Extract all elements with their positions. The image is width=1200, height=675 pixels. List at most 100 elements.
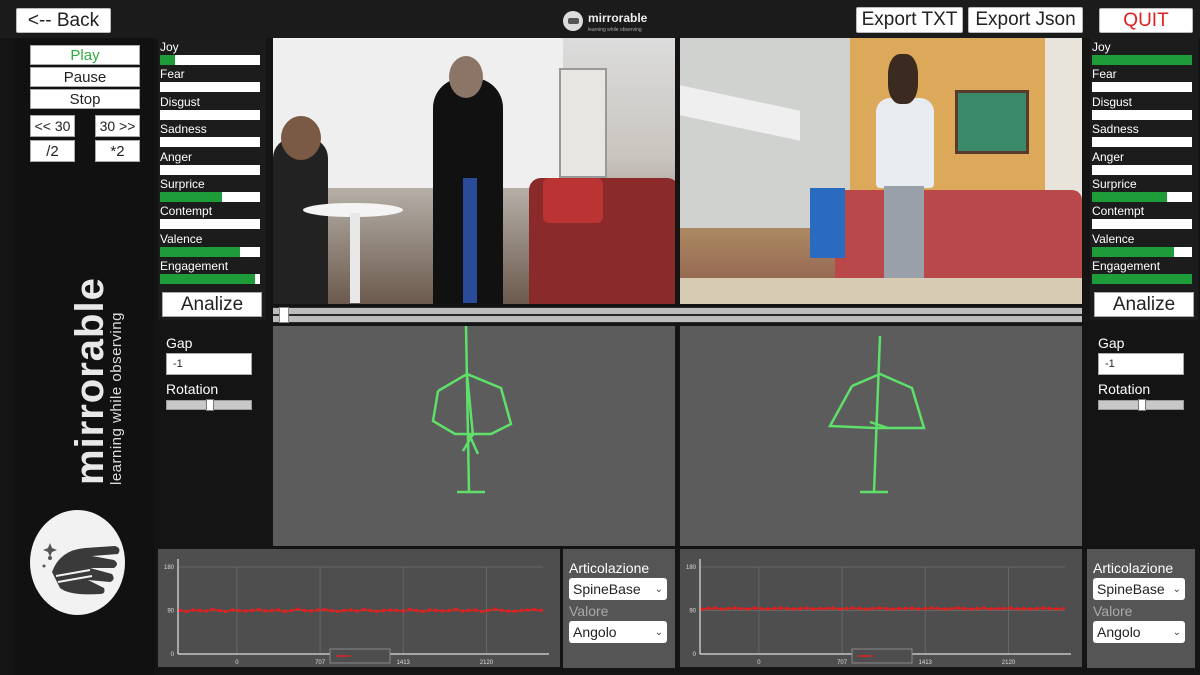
forward-30-button[interactable]: 30 >> xyxy=(95,115,140,137)
chart-point xyxy=(381,608,386,613)
chart-point xyxy=(283,609,287,614)
emotion-row-anger: Anger xyxy=(160,150,264,175)
emotion-bar xyxy=(1092,109,1192,120)
articolazione-label: Articolazione xyxy=(1093,560,1174,576)
stop-button[interactable]: Stop xyxy=(30,89,140,109)
emotion-label: Fear xyxy=(160,67,185,82)
timeline-handle[interactable] xyxy=(279,307,289,323)
emotion-bar-fill xyxy=(160,274,255,285)
emotions-panel-left: Joy Fear Disgust Sadness Anger Surprice Contem… xyxy=(158,38,266,320)
chart-point xyxy=(890,607,894,611)
emotion-bar xyxy=(160,82,260,93)
joint-select-value: SpineBase xyxy=(573,581,641,597)
emotion-row-valence: Valence xyxy=(1092,232,1196,257)
chart-point xyxy=(460,609,464,613)
brand-name: mirrorable xyxy=(68,277,112,485)
chart-point xyxy=(956,606,960,610)
chart-point xyxy=(224,609,228,614)
emotion-bar xyxy=(160,109,260,120)
chart-point xyxy=(831,606,835,610)
gap-label: Gap xyxy=(1098,335,1125,351)
emotion-bar xyxy=(1092,82,1192,93)
emotion-bar-fill xyxy=(1092,246,1174,257)
rotation-slider[interactable] xyxy=(1098,399,1184,411)
chart-point xyxy=(395,608,399,613)
joint-select[interactable]: SpineBase ⌄ xyxy=(569,578,667,600)
value-select[interactable]: Angolo ⌄ xyxy=(569,621,667,643)
emotion-label: Joy xyxy=(160,40,179,54)
emotion-bar xyxy=(160,246,260,257)
back-button[interactable]: <-- Back xyxy=(16,8,111,33)
chart-series-line xyxy=(701,607,1064,610)
double-speed-button[interactable]: *2 xyxy=(95,140,140,162)
chart-point xyxy=(720,607,724,611)
gap-input[interactable]: -1 xyxy=(166,353,252,375)
chart-point xyxy=(211,607,215,612)
chart-point xyxy=(408,607,412,612)
export-txt-button[interactable]: Export TXT xyxy=(856,7,963,33)
emotion-label: Engagement xyxy=(1092,259,1161,274)
chart-point xyxy=(230,608,235,612)
analize-button[interactable]: Analize xyxy=(1094,292,1194,317)
chart-point xyxy=(178,608,182,613)
chart-point xyxy=(244,609,248,613)
emotion-label: Joy xyxy=(1092,40,1111,54)
value-select[interactable]: Angolo ⌄ xyxy=(1093,621,1185,643)
video-right[interactable] xyxy=(680,38,1082,304)
joint-select-value: SpineBase xyxy=(1097,581,1165,597)
rotation-label: Rotation xyxy=(1098,381,1151,397)
gap-input[interactable]: -1 xyxy=(1098,353,1184,375)
chart-point xyxy=(844,606,848,611)
skeleton-view-right xyxy=(680,326,1082,546)
gap-rotation-right: Gap -1 Rotation xyxy=(1098,335,1198,445)
joint-select[interactable]: SpineBase ⌄ xyxy=(1093,578,1185,600)
quit-button[interactable]: QUIT xyxy=(1099,8,1193,33)
skeleton-view-left xyxy=(273,325,675,546)
emotion-bar xyxy=(160,274,260,285)
joint-selector-right: Articolazione SpineBase ⌄ Valore Angolo ⌄ xyxy=(1087,549,1195,668)
rewind-30-button[interactable]: << 30 xyxy=(30,115,75,137)
emotion-bar xyxy=(1092,192,1192,202)
pause-button[interactable]: Pause xyxy=(30,67,140,87)
angle-chart-right-svg: 0 707 1413 2120 0 90 180 xyxy=(686,559,1071,666)
chevron-down-icon: ⌄ xyxy=(1172,583,1181,595)
chart-point xyxy=(779,606,783,610)
chart-point xyxy=(943,607,947,611)
video-left[interactable] xyxy=(273,38,675,304)
chart-point xyxy=(309,609,313,613)
emotion-label: Contempt xyxy=(1092,204,1145,219)
chart-point xyxy=(316,608,320,612)
chevron-down-icon: ⌄ xyxy=(654,583,663,595)
chart-xtick-label: 1413 xyxy=(919,660,933,666)
brand-tagline: learning while observing xyxy=(108,312,125,485)
chart-point xyxy=(296,607,300,611)
emotion-bar xyxy=(1092,137,1192,148)
chart-point xyxy=(1028,607,1032,611)
chart-point xyxy=(447,608,451,613)
rotation-slider-thumb[interactable] xyxy=(206,399,214,411)
chart-point xyxy=(726,606,730,611)
chart-point xyxy=(257,607,261,612)
chart-point xyxy=(440,609,445,613)
chart-point xyxy=(871,606,875,611)
analize-button[interactable]: Analize xyxy=(162,292,262,317)
rotation-slider[interactable] xyxy=(166,399,252,411)
timeline-slider[interactable] xyxy=(273,307,1082,323)
chart-point xyxy=(798,606,803,611)
chart-point xyxy=(897,606,901,611)
emotion-bar xyxy=(160,164,260,175)
play-button[interactable]: Play xyxy=(30,45,140,65)
gap-rotation-left: Gap -1 Rotation xyxy=(166,335,266,445)
rotation-slider-thumb[interactable] xyxy=(1138,399,1146,411)
export-json-button[interactable]: Export Json xyxy=(968,7,1083,33)
chart-point xyxy=(759,606,763,611)
chart-point xyxy=(785,606,789,611)
chart-point xyxy=(1041,606,1045,610)
chart-point xyxy=(864,607,868,611)
half-speed-button[interactable]: /2 xyxy=(30,140,75,162)
chart-point xyxy=(303,608,307,613)
chart-ytick-label: 90 xyxy=(167,609,174,615)
emotion-label: Sadness xyxy=(160,122,207,137)
skeleton-right-figure xyxy=(827,335,926,494)
angle-chart-right: 0 707 1413 2120 0 90 180 xyxy=(680,549,1082,667)
